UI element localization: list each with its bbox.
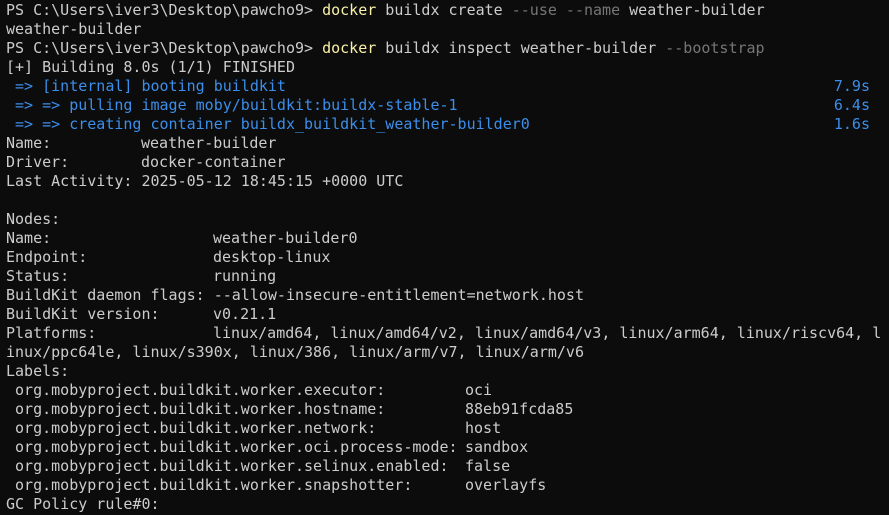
command-args: buildx inspect weather-builder bbox=[376, 39, 666, 57]
prompt: PS C:\Users\iver3\Desktop\pawcho9> bbox=[6, 1, 323, 19]
node-field: Platforms: linux/amd64, linux/amd64/v2, l… bbox=[6, 324, 886, 343]
label-field: org.mobyproject.buildkit.worker.executor… bbox=[6, 381, 886, 400]
build-step-text: => [internal] booting buildkit bbox=[6, 77, 286, 95]
builder-field: Driver: docker-container bbox=[6, 153, 886, 172]
field-key: BuildKit daemon flags: bbox=[6, 286, 205, 304]
field-key: org.mobyproject.buildkit.worker.snapshot… bbox=[6, 476, 413, 494]
field-value: false bbox=[465, 457, 511, 475]
field-value: --allow-insecure-entitlement=network.hos… bbox=[213, 286, 584, 304]
field-key: Status: bbox=[6, 267, 70, 285]
field-value: 88eb91fcda85 bbox=[465, 400, 574, 418]
field-key: Driver: bbox=[6, 153, 70, 171]
node-field: BuildKit version: v0.21.1 bbox=[6, 305, 886, 324]
command-args: weather-builder bbox=[620, 1, 765, 19]
node-field: Endpoint: desktop-linux bbox=[6, 248, 886, 267]
build-status: [+] Building 8.0s (1/1) FINISHED bbox=[6, 58, 295, 76]
prompt: PS C:\Users\iver3\Desktop\pawcho9> bbox=[6, 39, 323, 57]
build-step-time: 1.6s bbox=[833, 115, 870, 133]
build-step-time: 7.9s bbox=[833, 77, 870, 95]
field-value: weather-builder bbox=[141, 134, 277, 152]
field-key: Platforms: bbox=[6, 324, 97, 342]
builder-field: Last Activity: 2025-05-12 18:45:15 +0000… bbox=[6, 172, 886, 191]
field-value: running bbox=[213, 267, 277, 285]
section-header: Labels: bbox=[6, 362, 70, 380]
field-key: org.mobyproject.buildkit.worker.selinux.… bbox=[6, 457, 449, 475]
field-value: weather-builder0 bbox=[213, 229, 358, 247]
command-flags: --use --name bbox=[511, 1, 621, 19]
node-field: Name: weather-builder0 bbox=[6, 229, 886, 248]
output-line: weather-builder bbox=[6, 20, 142, 38]
build-step-text: => => pulling image moby/buildkit:buildx… bbox=[6, 96, 458, 114]
command-line: PS C:\Users\iver3\Desktop\pawcho9> docke… bbox=[6, 1, 886, 20]
command-program: docker bbox=[322, 1, 377, 19]
command-flags: --bootstrap bbox=[665, 39, 765, 57]
build-step: => [internal] booting buildkit 7.9s bbox=[6, 77, 886, 96]
field-value: oci bbox=[465, 381, 493, 399]
field-value: host bbox=[465, 419, 502, 437]
build-step-time: 6.4s bbox=[833, 96, 870, 114]
field-value: desktop-linux bbox=[213, 248, 331, 266]
terminal-output[interactable]: PS C:\Users\iver3\Desktop\pawcho9> docke… bbox=[6, 1, 886, 514]
field-key: BuildKit version: bbox=[6, 305, 160, 323]
wrapped-line: inux/ppc64le, linux/s390x, linux/386, li… bbox=[6, 343, 584, 361]
field-value: linux/amd64, linux/amd64/v2, linux/amd64… bbox=[213, 324, 882, 342]
label-field: org.mobyproject.buildkit.worker.network:… bbox=[6, 419, 886, 438]
node-field: Status: running bbox=[6, 267, 886, 286]
field-value: sandbox bbox=[465, 438, 529, 456]
field-key: Endpoint: bbox=[6, 248, 88, 266]
label-field: org.mobyproject.buildkit.worker.selinux.… bbox=[6, 457, 886, 476]
field-key: org.mobyproject.buildkit.worker.network: bbox=[6, 419, 377, 437]
field-key: org.mobyproject.buildkit.worker.hostname… bbox=[6, 400, 386, 418]
field-value: overlayfs bbox=[465, 476, 547, 494]
field-key: org.mobyproject.buildkit.worker.executor… bbox=[6, 381, 386, 399]
build-step: => => pulling image moby/buildkit:buildx… bbox=[6, 96, 886, 115]
field-key: org.mobyproject.buildkit.worker.oci.proc… bbox=[6, 438, 458, 456]
command-line: PS C:\Users\iver3\Desktop\pawcho9> docke… bbox=[6, 39, 886, 58]
section-header: GC Policy rule#0: bbox=[6, 495, 160, 513]
section-header: Nodes: bbox=[6, 210, 61, 228]
field-key: Last Activity: bbox=[6, 172, 133, 190]
field-value: v0.21.1 bbox=[213, 305, 277, 323]
label-field: org.mobyproject.buildkit.worker.snapshot… bbox=[6, 476, 886, 495]
build-step-text: => => creating container buildx_buildkit… bbox=[6, 115, 530, 133]
field-value: 2025-05-12 18:45:15 +0000 UTC bbox=[141, 172, 404, 190]
node-field: BuildKit daemon flags: --allow-insecure-… bbox=[6, 286, 886, 305]
field-key: Name: bbox=[6, 229, 52, 247]
builder-field: Name: weather-builder bbox=[6, 134, 886, 153]
field-key: Name: bbox=[6, 134, 52, 152]
label-field: org.mobyproject.buildkit.worker.hostname… bbox=[6, 400, 886, 419]
command-program: docker bbox=[322, 39, 377, 57]
command-args: buildx create bbox=[376, 1, 512, 19]
field-value: docker-container bbox=[141, 153, 286, 171]
label-field: org.mobyproject.buildkit.worker.oci.proc… bbox=[6, 438, 886, 457]
build-step: => => creating container buildx_buildkit… bbox=[6, 115, 886, 134]
